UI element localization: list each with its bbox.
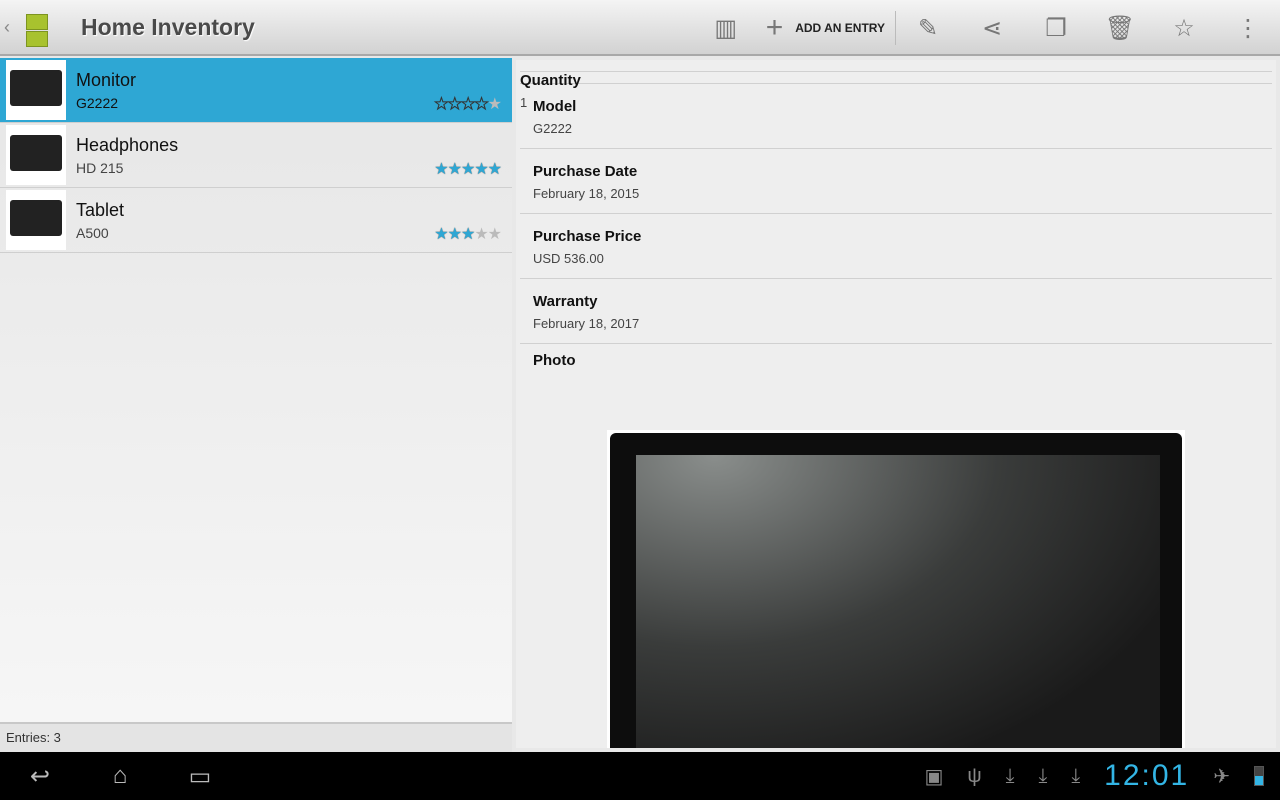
list-item[interactable]: Headphones HD 215 ★★★★★ — [0, 123, 512, 188]
star-icon: ★ — [460, 96, 475, 114]
overflow-icon: ⋮ — [1236, 14, 1260, 42]
item-model: A500 — [76, 224, 109, 241]
share-icon: ⋖ — [981, 14, 1003, 42]
star-icon: ★ — [460, 226, 475, 243]
star-icon: ★ — [474, 226, 488, 243]
edit-button[interactable]: ✎ — [896, 0, 960, 56]
barcode-scan-button[interactable]: ▥ — [694, 0, 758, 56]
app-title: Home Inventory — [81, 13, 255, 40]
star-icon: ★ — [460, 161, 475, 178]
barcode-search-icon: ▥ — [714, 14, 738, 42]
rating: ★★★★★ — [434, 159, 502, 179]
list-item[interactable]: Tablet A500 ★★★★★ — [0, 188, 512, 253]
detail-field: Purchase Date February 18, 2015 — [520, 149, 1272, 214]
item-name: Headphones — [76, 134, 179, 155]
field-value: USD 536.00 — [533, 251, 604, 266]
action-bar: ‹ Home Inventory ▥ + ADD AN ENTRY ✎ ⋖ ❐ 🗑… — [0, 0, 1280, 56]
rating: ★★★★★ — [434, 224, 502, 244]
favorite-button[interactable]: ☆ — [1152, 0, 1216, 56]
add-icon: + — [765, 11, 784, 44]
back-chevron-icon[interactable]: ‹ — [4, 17, 16, 38]
item-photo[interactable] — [607, 430, 1185, 748]
item-model: HD 215 — [76, 159, 124, 176]
airplane-mode-icon: ✈ — [1213, 765, 1230, 788]
inventory-list: Monitor G2222 ★★★★★ Headphones HD 215 ★★… — [0, 58, 512, 722]
edit-icon: ✎ — [917, 14, 939, 42]
field-label: Model — [533, 98, 577, 115]
clock[interactable]: 12:01 — [1104, 759, 1189, 793]
item-thumbnail — [6, 190, 66, 250]
item-model: G2222 — [76, 94, 119, 111]
field-label: Purchase Price — [533, 228, 642, 245]
entries-count: Entries: 3 — [0, 722, 512, 752]
field-value: February 18, 2015 — [533, 186, 640, 201]
star-icon: ★ — [434, 161, 448, 178]
download-icon: ⤓ — [1005, 764, 1015, 787]
detail-field: Purchase Price USD 536.00 — [520, 214, 1272, 279]
share-button[interactable]: ⋖ — [960, 0, 1024, 56]
field-label: Purchase Date — [533, 163, 638, 180]
star-icon: ★ — [487, 226, 502, 243]
favorite-icon: ☆ — [1173, 14, 1195, 42]
item-name: Tablet — [76, 199, 125, 220]
battery-icon — [1254, 766, 1264, 786]
home-button[interactable]: ⌂ — [80, 762, 160, 790]
system-nav-bar: ↩ ⌂ ▭ ▣ ψ ⤓ ⤓ ⤓ 12:01 ✈ — [0, 752, 1280, 800]
delete-button[interactable]: 🗑 — [1088, 0, 1152, 56]
star-icon: ★ — [447, 161, 462, 178]
detail-field: Quantity 1 — [520, 72, 1272, 110]
star-icon: ★ — [487, 161, 502, 178]
item-thumbnail — [6, 125, 66, 185]
android-debug-icon: ▣ — [924, 765, 944, 788]
star-icon: ★ — [434, 226, 448, 243]
field-label: Warranty — [533, 293, 598, 310]
copy-icon: ❐ — [1045, 14, 1067, 42]
star-icon: ★ — [447, 226, 462, 243]
rating: ★★★★★ — [434, 94, 502, 114]
star-icon: ★ — [474, 96, 489, 114]
field-value: February 18, 2017 — [533, 316, 640, 331]
detail-field: Model G2222 — [520, 84, 1272, 149]
app-logo-icon[interactable] — [18, 2, 58, 52]
star-icon: ★ — [447, 96, 462, 114]
detail-field: Warranty February 18, 2017 — [520, 279, 1272, 344]
star-icon: ★ — [434, 96, 449, 114]
download-icon: ⤓ — [1071, 764, 1081, 787]
list-item[interactable]: Monitor G2222 ★★★★★ — [0, 58, 512, 123]
add-entry-button[interactable]: + ADD AN ENTRY — [758, 0, 895, 56]
download-icon: ⤓ — [1038, 764, 1048, 787]
usb-icon: ψ — [967, 764, 982, 787]
field-value: G2222 — [533, 121, 573, 136]
item-thumbnail — [6, 60, 66, 120]
photo-label: Photo — [533, 352, 576, 369]
item-name: Monitor — [76, 69, 137, 90]
delete-icon: 🗑 — [1104, 14, 1136, 42]
star-icon: ★ — [487, 96, 502, 113]
star-icon: ★ — [474, 161, 488, 178]
back-button[interactable]: ↩ — [0, 762, 80, 791]
copy-button[interactable]: ❐ — [1024, 0, 1088, 56]
overflow-menu-button[interactable]: ⋮ — [1216, 0, 1280, 56]
detail-pane: Quantity 1 Model G2222 Purchase Date February… — [516, 60, 1276, 748]
add-entry-label: ADD AN ENTRY — [795, 21, 885, 35]
recents-button[interactable]: ▭ — [160, 762, 240, 791]
